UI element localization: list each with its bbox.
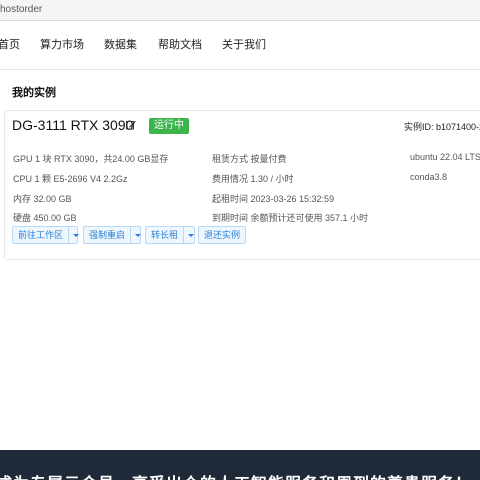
long-rent-button[interactable]: 转长租 (146, 227, 183, 243)
spec-env: conda3.8 (410, 172, 448, 182)
status-badge: 运行中 (149, 118, 189, 134)
spec-cost: 费用情况 1.30 / 小时 (212, 174, 294, 184)
promo-banner: 成为专属云会员，享受出众的人工智能服务和周到的尊贵服务！ (0, 450, 480, 480)
chevron-down-icon[interactable] (68, 227, 79, 243)
banner-text: 成为专属云会员，享受出众的人工智能服务和周到的尊贵服务！ (0, 470, 472, 480)
spec-gpu: GPU 1 块 RTX 3090，共24.00 GB显存 (13, 154, 169, 164)
instance-id: 实例ID: b1071400-2 (404, 122, 480, 132)
nav-item-datasets[interactable]: 数据集 (104, 21, 137, 69)
chevron-down-icon[interactable] (130, 227, 141, 243)
nav-item-about[interactable]: 关于我们 (222, 21, 266, 69)
workspace-button[interactable]: 前往工作区 (13, 227, 68, 243)
top-nav: 首页 算力市场 数据集 帮助文档 关于我们 (0, 21, 480, 70)
spec-memory: 内存 32.00 GB (13, 194, 72, 204)
spec-start-time: 起租时间 2023-03-26 15:32:59 (212, 194, 335, 204)
url-text: hostorder (0, 4, 43, 15)
address-bar[interactable]: hostorder (0, 0, 480, 21)
chevron-down-icon[interactable] (183, 227, 194, 243)
instance-name: DG-3111 RTX 3090 (12, 117, 134, 133)
page-title: 我的实例 (12, 87, 56, 99)
spec-expire: 到期时间 余额预计还可使用 357.1 小时 (212, 213, 369, 223)
return-instance-button[interactable]: 退还实例 (198, 226, 247, 244)
nav-item-market[interactable]: 算力市场 (40, 21, 84, 69)
workspace-button-group: 前往工作区 (12, 226, 79, 244)
edit-icon[interactable] (126, 120, 136, 130)
spec-disk: 硬盘 450.00 GB (13, 213, 77, 223)
restart-button-group: 强制重启 (83, 226, 141, 244)
spec-os: ubuntu 22.04 LTS (410, 152, 480, 162)
spec-billing-mode: 租赁方式 按量付费 (212, 154, 287, 164)
nav-item-docs[interactable]: 帮助文档 (158, 21, 202, 69)
spec-cpu: CPU 1 颗 E5-2696 V4 2.2Gz (13, 174, 128, 184)
long-rent-button-group: 转长租 (145, 226, 195, 244)
force-restart-button[interactable]: 强制重启 (84, 227, 130, 243)
nav-item-home[interactable]: 首页 (0, 21, 20, 69)
